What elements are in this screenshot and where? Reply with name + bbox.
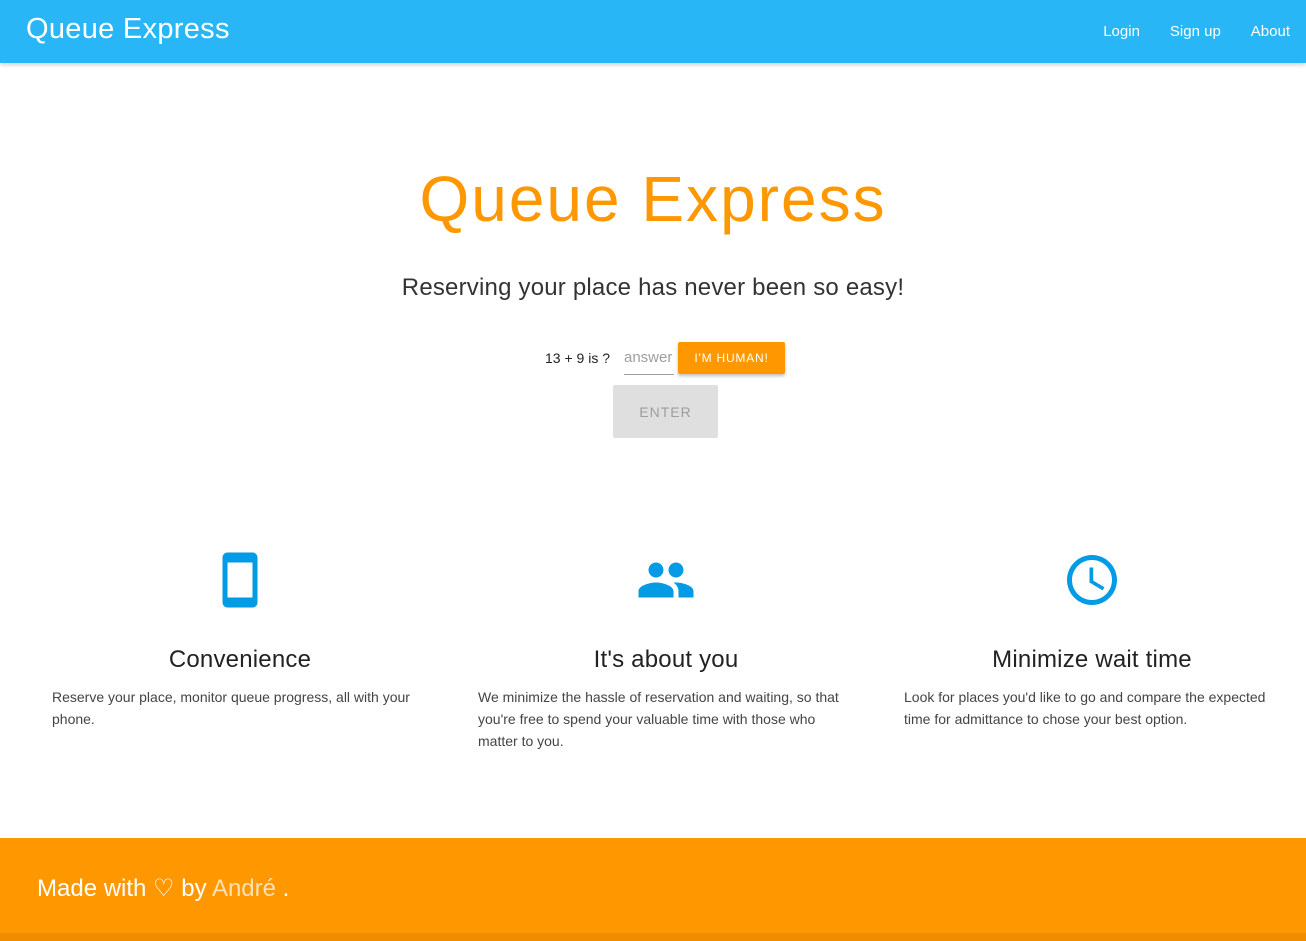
hero-title: Queue Express <box>419 163 887 235</box>
brand-logo-link[interactable]: Queue Express <box>26 13 230 46</box>
feature-text: We minimize the hassle of reservation an… <box>478 689 839 749</box>
people-icon <box>638 562 694 598</box>
nav-links: Login Sign up About <box>1073 0 1290 63</box>
page-footer: Made with ♡ by André . <box>0 838 1306 933</box>
captcha-question: 13 + 9 is ? <box>545 350 610 366</box>
hero-subtitle: Reserving your place has never been so e… <box>401 274 905 301</box>
footer-prefix: Made with ♡ by <box>37 875 207 902</box>
footer-bottom-bar <box>0 933 1306 941</box>
feature-wait-time: Minimize wait time Look for places you'd… <box>902 550 1282 730</box>
nav-signup-link[interactable]: Sign up <box>1170 23 1221 40</box>
footer-suffix: . <box>282 875 290 902</box>
nav-about-link[interactable]: About <box>1251 23 1290 40</box>
clock-icon <box>1067 555 1117 605</box>
nav-login-link[interactable]: Login <box>1103 23 1140 40</box>
feature-convenience: Convenience Reserve your place, monitor … <box>50 550 430 730</box>
enter-button[interactable]: ENTER <box>613 385 718 438</box>
captcha-answer-input[interactable] <box>624 340 674 375</box>
footer-author-link[interactable]: André <box>212 875 276 902</box>
top-navbar: Queue Express Login Sign up About <box>0 0 1306 63</box>
feature-title: Minimize wait time <box>992 646 1192 673</box>
feature-title: Convenience <box>168 646 312 673</box>
smartphone-icon <box>222 552 258 608</box>
feature-about-you: It's about you We minimize the hassle of… <box>476 550 856 752</box>
feature-text: Reserve your place, monitor queue progre… <box>52 689 410 727</box>
footer-credit: Made with ♡ by André . <box>37 874 289 903</box>
feature-text: Look for places you'd like to go and com… <box>904 689 1266 727</box>
im-human-button[interactable]: I'M HUMAN! <box>678 342 785 374</box>
feature-title: It's about you <box>593 646 739 673</box>
